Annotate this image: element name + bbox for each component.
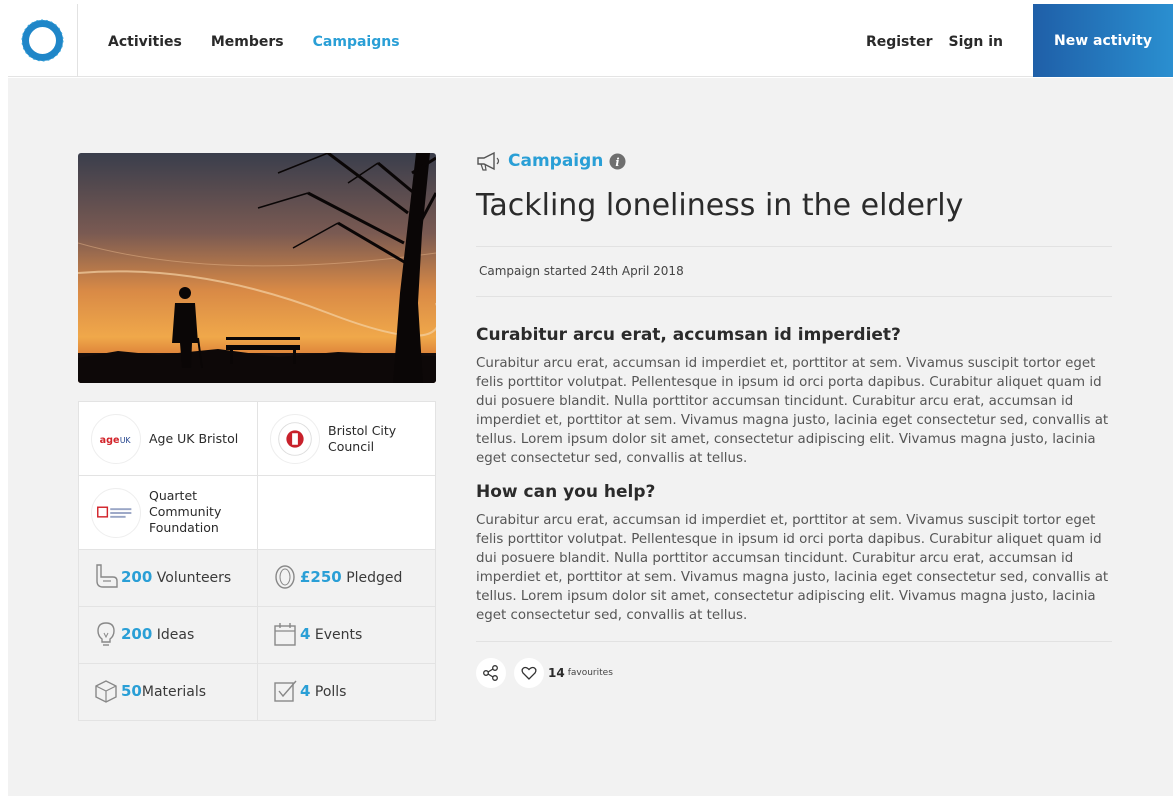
volunteer-hand-icon — [96, 564, 118, 588]
lightbulb-icon — [97, 622, 115, 646]
stat-value: 4 — [300, 682, 311, 700]
auth-links: Register Sign in — [866, 34, 1003, 50]
stat-label: Pledged — [346, 570, 403, 586]
org-card-quartet[interactable]: Quartet Community Foundation — [79, 476, 257, 549]
share-icon — [483, 665, 498, 681]
page-title: Tackling loneliness in the elderly — [476, 188, 964, 223]
sign-in-link[interactable]: Sign in — [948, 34, 1003, 50]
stat-value: 200 — [121, 625, 153, 643]
stat-events: 4 Events — [257, 607, 435, 663]
main-content: age UK Age UK Bristol Bristol City Counc… — [8, 78, 1173, 796]
svg-text:UK: UK — [120, 436, 132, 445]
action-bar: 14 favourites — [476, 642, 1112, 688]
stat-value: £250 — [300, 568, 342, 586]
share-button[interactable] — [476, 658, 506, 688]
campaign-tag-label: Campaign — [508, 151, 604, 171]
nav-campaigns[interactable]: Campaigns — [313, 34, 400, 50]
age-uk-logo-icon: age UK — [91, 414, 141, 464]
org-name: Bristol City Council — [328, 423, 397, 454]
stat-pledged: £250 Pledged — [257, 550, 435, 606]
campaign-started-date: Campaign started 24th April 2018 — [479, 264, 684, 278]
stat-label: Events — [314, 627, 363, 643]
stat-value: 50 — [121, 682, 142, 700]
calendar-icon — [274, 623, 296, 646]
coin-icon — [275, 565, 295, 589]
nav-members[interactable]: Members — [211, 34, 284, 50]
campaign-tag: Campaign i — [476, 148, 1112, 174]
stat-value: 200 — [121, 568, 153, 586]
box-icon — [95, 680, 117, 703]
quartet-logo-icon — [91, 488, 141, 538]
org-card-bristol-council[interactable]: Bristol City Council — [257, 402, 435, 475]
svg-text:i: i — [616, 156, 620, 169]
main-nav: Activities Members Campaigns — [108, 34, 400, 50]
megaphone-icon — [477, 151, 500, 171]
favourite-button[interactable] — [514, 658, 544, 688]
stat-label: Polls — [314, 684, 347, 700]
org-name: Age UK Bristol — [149, 431, 239, 446]
stat-value: 4 — [300, 625, 311, 643]
svg-text:age: age — [100, 435, 120, 446]
section-heading: Curabitur arcu erat, accumsan id imperdi… — [476, 325, 901, 345]
bristol-council-logo-icon — [270, 414, 320, 464]
help-heading: How can you help? — [476, 482, 656, 502]
favourites-label: favourites — [567, 668, 613, 678]
campaign-details: Campaign i Tackling loneliness in the el… — [476, 148, 1112, 688]
register-link[interactable]: Register — [866, 34, 933, 50]
campaign-image — [78, 153, 436, 383]
stat-polls: 4 Polls — [257, 664, 435, 720]
stat-label: Volunteers — [156, 570, 232, 586]
empty-org-cell — [257, 476, 435, 549]
org-name: Quartet Community Foundation — [149, 488, 222, 535]
section-body: Curabitur arcu erat, accumsan id imperdi… — [476, 356, 1109, 466]
new-activity-button[interactable]: New activity — [1033, 4, 1173, 77]
top-navigation-bar: Activities Members Campaigns Register Si… — [8, 4, 1173, 77]
nav-activities[interactable]: Activities — [108, 34, 182, 50]
stat-label: Ideas — [156, 627, 195, 643]
stat-ideas: 200 Ideas — [79, 607, 257, 663]
stat-materials: 50Materials — [79, 664, 257, 720]
info-icon[interactable]: i — [609, 153, 626, 170]
campaign-info-grid: age UK Age UK Bristol Bristol City Counc… — [78, 401, 436, 721]
heart-icon — [521, 666, 537, 680]
help-body: Curabitur arcu erat, accumsan id imperdi… — [476, 513, 1109, 623]
favourites-count: 14 — [548, 666, 565, 680]
org-card-age-uk[interactable]: age UK Age UK Bristol — [79, 402, 257, 475]
stat-label: Materials — [141, 684, 207, 700]
divider — [476, 296, 1112, 297]
stat-volunteers: 200 Volunteers — [79, 550, 257, 606]
logo-divider — [77, 4, 78, 77]
checkbox-icon — [274, 680, 297, 702]
app-logo-icon[interactable] — [20, 18, 65, 63]
